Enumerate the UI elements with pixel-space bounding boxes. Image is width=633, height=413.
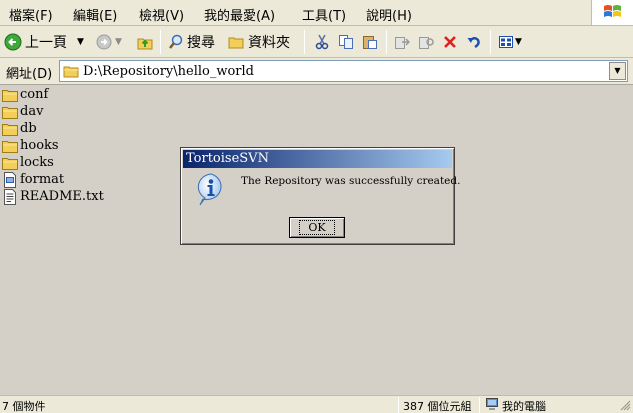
address-label: 網址(D) (6, 67, 53, 82)
search-icon (169, 34, 183, 49)
back-label: 上一頁 (25, 35, 67, 51)
address-input[interactable]: D:\Repository\hello_world ▼ (59, 60, 628, 82)
file-name: hooks (20, 138, 59, 153)
text-file-icon (4, 188, 16, 205)
cut-button[interactable] (314, 30, 330, 54)
forward-dropdown-icon[interactable]: ▼ (115, 37, 122, 47)
address-path: D:\Repository\hello_world (83, 64, 254, 79)
status-size: 387 個位元組 (403, 400, 472, 413)
menu-tools[interactable]: 工具(T) (302, 5, 346, 24)
file-name: README.txt (20, 189, 104, 204)
paste-button[interactable] (362, 30, 378, 54)
status-object-count: 7 個物件 (2, 400, 46, 413)
delete-x-icon (444, 36, 456, 48)
list-item[interactable]: README.txt (2, 188, 104, 205)
list-item[interactable]: format (2, 171, 64, 188)
back-arrow-icon (4, 33, 22, 51)
dialog-titlebar[interactable]: TortoiseSVN (183, 150, 452, 168)
folders-button[interactable]: 資料夾 (228, 30, 290, 54)
back-button[interactable]: 上一頁 ▼ (4, 30, 84, 54)
status-location: 我的電腦 (502, 400, 546, 413)
undo-button[interactable] (466, 30, 482, 54)
message-dialog: TortoiseSVN The Repository was successfu… (180, 147, 460, 245)
scissors-icon (315, 34, 329, 50)
dialog-message: The Repository was successfully created. (241, 175, 461, 187)
toolbar-separator (386, 30, 387, 54)
copy-to-button[interactable] (418, 30, 434, 54)
file-name: format (20, 172, 65, 187)
search-button[interactable]: 搜尋 (168, 30, 215, 54)
list-item[interactable]: conf (2, 86, 48, 103)
copy-icon (339, 35, 353, 49)
ok-button[interactable]: OK (289, 217, 345, 238)
back-dropdown-icon[interactable]: ▼ (77, 37, 84, 47)
folder-icon (2, 140, 18, 153)
views-button[interactable]: ▼ (498, 30, 522, 54)
file-name: locks (20, 155, 54, 170)
move-to-icon (395, 37, 410, 49)
views-dropdown-icon[interactable]: ▼ (515, 37, 522, 47)
paste-icon (363, 36, 377, 49)
up-folder-icon (137, 38, 153, 50)
status-bar: 7 個物件 387 個位元組 我的電腦 (0, 395, 633, 413)
file-name: db (20, 121, 37, 136)
list-item[interactable]: dav (2, 103, 43, 120)
list-item[interactable]: db (2, 120, 37, 137)
computer-icon (486, 398, 498, 410)
folders-label: 資料夾 (248, 35, 290, 51)
folder-icon (2, 123, 18, 136)
copy-button[interactable] (338, 30, 354, 54)
folders-icon (228, 37, 244, 49)
list-item[interactable]: locks (2, 154, 54, 171)
info-icon (197, 173, 222, 206)
toolbar-separator (490, 30, 491, 54)
system-file-icon (4, 171, 16, 188)
up-folder-button[interactable] (136, 30, 154, 54)
menu-view[interactable]: 檢視(V) (139, 5, 184, 24)
address-dropdown-button[interactable]: ▼ (609, 62, 626, 80)
chevron-down-icon: ▼ (614, 66, 621, 75)
forward-button[interactable]: ▼ (96, 30, 122, 54)
menu-bar: 檔案(F) 編輯(E) 檢視(V) 我的最愛(A) 工具(T) 說明(H) (0, 0, 633, 26)
status-separator (398, 397, 399, 413)
search-label: 搜尋 (187, 35, 215, 51)
folder-icon (2, 157, 18, 170)
delete-button[interactable] (442, 30, 458, 54)
folder-icon (2, 106, 18, 119)
dialog-title: TortoiseSVN (186, 151, 269, 166)
address-bar: 網址(D) D:\Repository\hello_world ▼ (0, 58, 633, 85)
list-item[interactable]: hooks (2, 137, 59, 154)
menu-help[interactable]: 說明(H) (366, 5, 412, 24)
folder-icon (2, 89, 18, 102)
windows-logo (591, 0, 633, 25)
menu-favorites[interactable]: 我的最愛(A) (204, 5, 275, 24)
menu-edit[interactable]: 編輯(E) (73, 5, 117, 24)
folder-icon (63, 66, 79, 78)
windows-flag-icon (604, 5, 621, 17)
resize-grip-icon[interactable] (620, 400, 631, 411)
status-separator (479, 397, 480, 413)
file-name: conf (20, 87, 49, 102)
file-name: dav (20, 104, 44, 119)
copy-to-icon (419, 37, 434, 49)
ok-label: OK (299, 220, 335, 235)
menu-file[interactable]: 檔案(F) (9, 5, 53, 24)
move-to-button[interactable] (394, 30, 410, 54)
views-icon (499, 36, 513, 48)
toolbar: 上一頁 ▼ ▼ 搜尋 資料夾 ▼ (0, 26, 633, 58)
undo-icon (467, 37, 480, 49)
toolbar-separator (304, 30, 305, 54)
toolbar-separator (160, 30, 161, 54)
forward-arrow-icon (96, 34, 112, 50)
